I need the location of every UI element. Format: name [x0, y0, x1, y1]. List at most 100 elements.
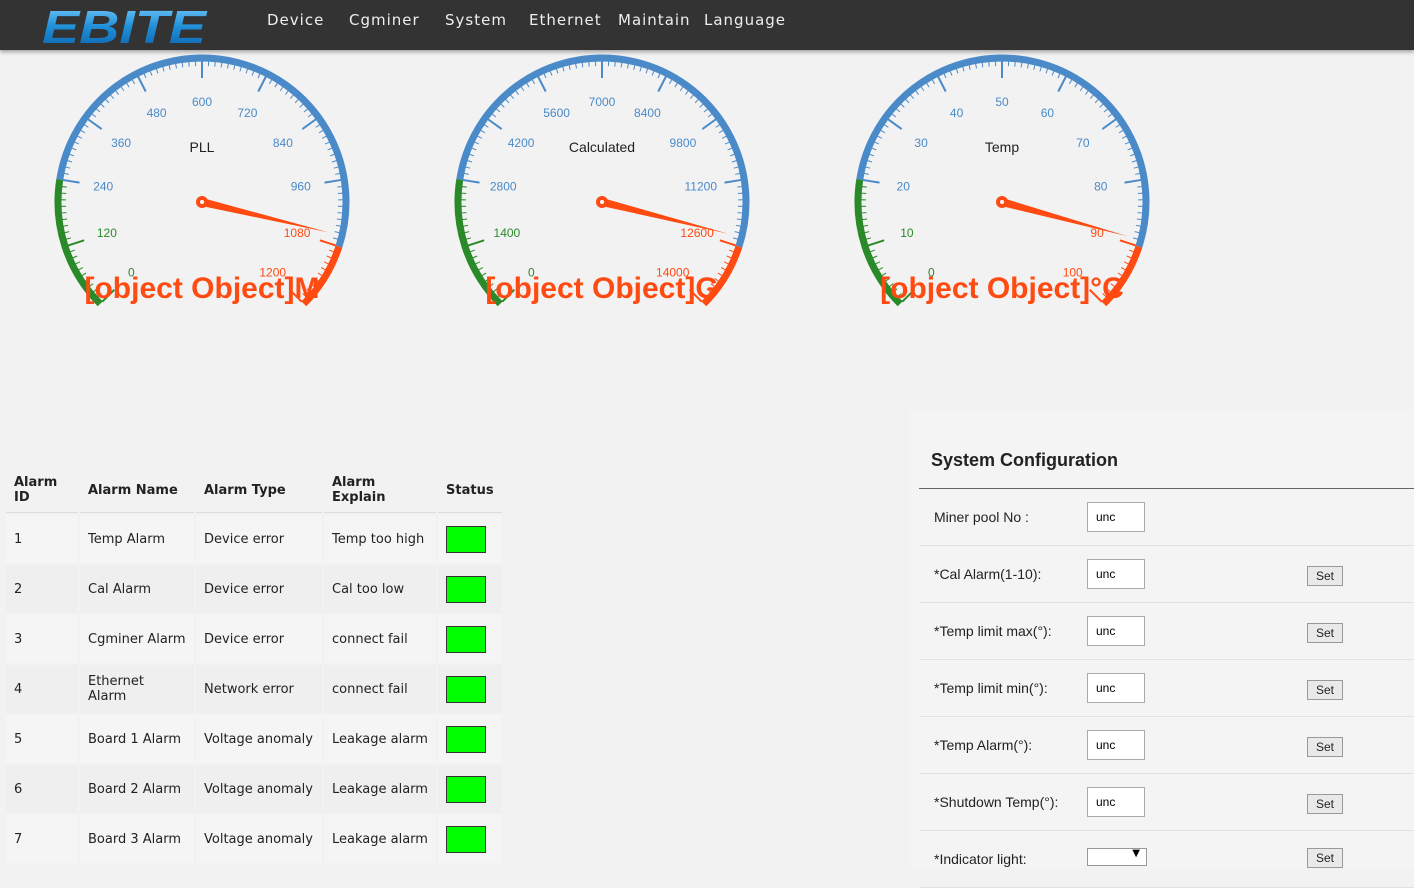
set-button[interactable]: Set: [1307, 623, 1343, 643]
nav-maintain[interactable]: Maintain: [618, 0, 691, 40]
gauge-minor-tick: [467, 161, 472, 162]
alarm-explain: Temp too high: [324, 515, 436, 563]
config-input[interactable]: [1087, 673, 1145, 703]
col-status: Status: [438, 468, 502, 513]
gauge-minor-tick: [78, 268, 82, 270]
gauge-minor-tick: [634, 65, 635, 70]
gauge-tick-label: 40: [950, 106, 964, 120]
gauge-minor-tick: [469, 154, 474, 156]
gauge-major-tick: [888, 119, 902, 129]
gauge-minor-tick: [62, 219, 67, 220]
gauge-major-tick: [468, 240, 484, 245]
set-button[interactable]: Set: [1307, 794, 1343, 814]
gauge-minor-tick: [563, 67, 564, 72]
gauge-minor-tick: [464, 232, 469, 233]
gauge-major-tick: [938, 76, 946, 91]
nav-language[interactable]: Language: [704, 0, 786, 40]
gauge-minor-tick: [869, 154, 874, 156]
gauge-title: Calculated: [569, 139, 635, 155]
gauge-major-tick: [702, 119, 716, 129]
config-input[interactable]: [1087, 559, 1145, 589]
nav-system[interactable]: System: [445, 0, 507, 40]
gauge-title: PLL: [190, 139, 215, 155]
gauge-minor-tick: [1046, 69, 1048, 74]
gauge-tick-label: 600: [192, 95, 212, 109]
gauge-minor-tick: [150, 71, 152, 76]
nav-device[interactable]: Device: [267, 0, 324, 40]
gauge-tick-label: 30: [914, 136, 928, 150]
gauge-minor-tick: [730, 154, 735, 156]
table-row: 6Board 2 AlarmVoltage anomalyLeakage ala…: [6, 765, 502, 813]
gauge-minor-tick: [478, 268, 482, 270]
nav-cgminer[interactable]: Cgminer: [349, 0, 420, 40]
gauge-major-tick: [868, 240, 884, 245]
gauge-minor-tick: [866, 238, 871, 239]
gauge-minor-tick: [221, 62, 222, 67]
gauge-minor-tick: [881, 130, 885, 133]
gauge-minor-tick: [477, 136, 481, 138]
alarm-explain: connect fail: [324, 665, 436, 713]
gauge-tick-label: 20: [897, 179, 911, 193]
system-configuration-panel: System Configuration Miner pool No :*Cal…: [909, 410, 1414, 868]
config-row: *Temp limit min(°):Set: [919, 660, 1414, 717]
gauge-minor-tick: [1135, 232, 1140, 233]
gauge-minor-tick: [1137, 187, 1142, 188]
gauge-needle-pin: [1000, 200, 1004, 204]
gauge-needle: [1001, 198, 1127, 236]
status-cell: [438, 665, 502, 713]
gauge-minor-tick: [1058, 73, 1060, 78]
gauge-minor-tick: [163, 67, 164, 72]
alarm-id: 7: [6, 815, 78, 863]
gauge-tick-label: 720: [237, 106, 257, 120]
ebite-logo[interactable]: EBITE: [40, 2, 210, 48]
set-button[interactable]: Set: [1307, 566, 1343, 586]
gauge-minor-tick: [658, 73, 660, 78]
gauge-minor-tick: [462, 187, 467, 188]
gauge-minor-tick: [295, 99, 298, 103]
gauge-minor-tick: [335, 232, 340, 233]
gauge-minor-tick: [336, 225, 341, 226]
gauge-minor-tick: [690, 95, 693, 99]
gauge-minor-tick: [727, 256, 732, 258]
gauge-minor-tick: [322, 136, 326, 138]
gauge-major-tick: [320, 240, 336, 245]
gauge-tick-label: 840: [273, 136, 293, 150]
set-button[interactable]: Set: [1307, 737, 1343, 757]
gauge-minor-tick: [74, 142, 79, 144]
alarm-name: Board 3 Alarm: [80, 815, 194, 863]
alarm-explain: Cal too low: [324, 565, 436, 613]
config-input[interactable]: [1087, 730, 1145, 760]
gauge-minor-tick: [956, 69, 958, 74]
gauge-minor-tick: [505, 99, 508, 103]
gauge-value: [object Object]°C: [880, 272, 1124, 305]
config-input[interactable]: [1087, 502, 1145, 532]
gauge-minor-tick: [496, 109, 500, 112]
config-input[interactable]: [1087, 787, 1145, 817]
config-input[interactable]: [1087, 616, 1145, 646]
set-button[interactable]: Set: [1307, 680, 1343, 700]
gauge-minor-tick: [1069, 80, 1071, 84]
gauge-minor-tick: [576, 63, 577, 68]
gauge-minor-tick: [73, 256, 78, 258]
gauge-minor-tick: [569, 65, 570, 70]
config-label: *Indicator light:: [934, 851, 1027, 867]
gauge-minor-tick: [304, 109, 308, 112]
nav-ethernet[interactable]: Ethernet: [529, 0, 602, 40]
gauge-major-tick: [1124, 180, 1141, 183]
gauge-minor-tick: [516, 91, 519, 95]
gauge-minor-tick: [724, 262, 728, 264]
gauge-minor-tick: [492, 114, 496, 117]
gauge-minor-tick: [240, 67, 241, 72]
table-row: 5Board 1 AlarmVoltage anomalyLeakage ala…: [6, 715, 502, 763]
gauge-major-tick: [658, 76, 666, 91]
gauge-major-tick: [724, 180, 741, 183]
gauge-title: Temp: [985, 139, 1019, 155]
set-button[interactable]: Set: [1307, 848, 1343, 868]
gauge-minor-tick: [722, 136, 726, 138]
indicator-light-select[interactable]: ▼: [1087, 848, 1147, 866]
gauge-minor-tick: [484, 125, 488, 128]
gauge-minor-tick: [865, 167, 870, 168]
gauge-minor-tick: [290, 95, 293, 99]
gauge-tick-label: 7000: [589, 95, 616, 109]
gauge-minor-tick: [330, 154, 335, 156]
